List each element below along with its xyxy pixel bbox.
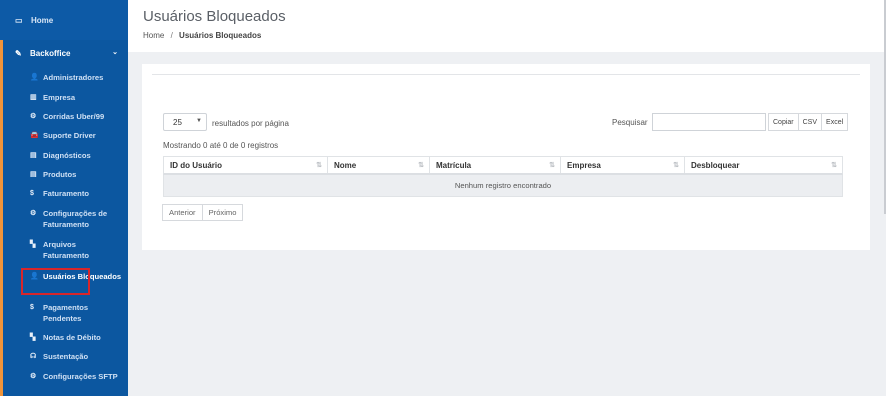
active-item-highlight [21,268,90,295]
column-header-empresa[interactable]: Empresa ⇅ [560,157,684,173]
column-header-desbloquear[interactable]: Desbloquear ⇅ [684,157,842,173]
laptop-icon: ▭ [15,15,23,25]
csv-button[interactable]: CSV [797,113,823,131]
sidebar-item[interactable]: ⚙ Configurações de Faturamento [30,208,122,230]
sidebar-item[interactable]: ▤ Diagnósticos [30,150,122,161]
column-header-id[interactable]: ID do Usuário ⇅ [164,157,327,173]
car-icon: 🚘 [30,132,39,139]
sidebar-item[interactable]: $ Pagamentos Pendentes [30,302,122,324]
sidebar-item[interactable]: $ Faturamento [30,188,122,199]
content-card: 25 ▼ resultados por página Pesquisar Cop… [142,64,870,250]
sidebar-item-backoffice[interactable]: ✎ Backoffice ⌄ [3,40,128,66]
chevron-down-icon: ⌄ [112,49,118,56]
divider [152,74,860,75]
breadcrumb-current: Usuários Bloqueados [179,31,262,40]
sidebar-item-label: Home [31,15,54,25]
sidebar-item[interactable]: 👤 Administradores [30,72,122,83]
building-icon: ▥ [30,94,37,101]
sort-icon: ⇅ [549,162,555,169]
sort-icon: ⇅ [418,162,424,169]
search-label: Pesquisar [612,118,648,127]
dollar-icon: $ [30,190,34,197]
sidebar-item-label: Backoffice [30,48,71,58]
sidebar-item-label: Empresa [43,93,76,102]
cogs-icon: ⚙ [30,113,37,120]
sort-icon: ⇅ [673,162,679,169]
sort-icon: ⇅ [316,162,322,169]
table-header: ID do Usuário ⇅ Nome ⇅ Matrícula ⇅ Empre… [163,156,843,175]
sidebar-item-label: Notas de Débito [43,333,101,342]
column-label: Desbloquear [691,160,740,170]
excel-button[interactable]: Excel [821,113,849,131]
sidebar-item-label: Sustentação [43,352,89,361]
user-icon: 👤 [30,74,39,81]
previous-page-button[interactable]: Anterior [162,204,203,221]
headset-icon: ☊ [30,353,37,360]
sort-icon: ⇅ [831,162,837,169]
empty-table-row: Nenhum registro encontrado [163,175,843,197]
sidebar-item-label: Configurações de Faturamento [43,209,108,229]
sidebar-item-label: Diagnósticos [43,151,91,160]
sidebar-item[interactable]: ☊ Sustentação [30,351,122,362]
cogs-icon: ⚙ [30,210,37,217]
export-buttons: Copiar CSV Excel [768,113,849,131]
page-length-label: resultados por página [212,119,289,128]
sidebar-item-label: Pagamentos Pendentes [43,303,89,323]
column-header-matricula[interactable]: Matrícula ⇅ [429,157,560,173]
copy-button[interactable]: Copiar [768,113,799,131]
sidebar-item[interactable]: ⚙ Corridas Uber/99 [30,111,122,122]
page-title: Usuários Bloqueados [143,8,286,25]
page-header: Usuários Bloqueados Home / Usuários Bloq… [128,0,886,52]
files-icon: ▚ [30,241,36,248]
sidebar-item-home[interactable]: ▭ Home [0,0,128,40]
sidebar-item[interactable]: ⚙ Configurações SFTP [30,371,122,382]
box-icon: ▤ [30,171,37,178]
column-header-nome[interactable]: Nome ⇅ [327,157,429,173]
sidebar-item[interactable]: ▚ Notas de Débito [30,332,122,343]
column-label: Matrícula [436,160,472,170]
column-label: ID do Usuário [170,160,223,170]
files-icon: ▚ [30,334,36,341]
chevron-down-icon: ▼ [196,118,202,124]
sidebar-item[interactable]: ▥ Empresa [30,92,122,103]
sidebar-item-label: Suporte Driver [43,131,96,140]
document-icon: ▤ [30,152,37,159]
sidebar: ▭ Home ✎ Backoffice ⌄ 👤 Administradores ▥ E… [0,0,128,396]
page-length-select[interactable]: 25 ▼ [163,113,207,131]
blocked-users-table: ID do Usuário ⇅ Nome ⇅ Matrícula ⇅ Empre… [163,156,843,197]
edit-icon: ✎ [15,48,22,58]
sidebar-item[interactable]: ▤ Produtos [30,169,122,180]
sidebar-item-label: Corridas Uber/99 [43,112,105,121]
sidebar-item-label: Faturamento [43,189,89,198]
next-page-button[interactable]: Próximo [201,204,244,221]
breadcrumb: Home / Usuários Bloqueados [143,31,261,40]
sidebar-item-label: Produtos [43,170,77,179]
sidebar-item-label: Arquivos Faturamento [43,240,89,260]
sidebar-item-label: Administradores [43,73,104,82]
table-info: Mostrando 0 até 0 de 0 registros [163,141,279,150]
sidebar-item[interactable]: ▚ Arquivos Faturamento [30,239,122,261]
sidebar-item[interactable]: 🚘 Suporte Driver [30,130,122,141]
cogs-icon: ⚙ [30,373,37,380]
search-input[interactable] [652,113,766,131]
pagination: Anterior Próximo [162,204,244,221]
sidebar-item-label: Configurações SFTP [43,372,118,381]
breadcrumb-separator: / [170,31,173,40]
breadcrumb-home[interactable]: Home [143,31,164,40]
dollar-icon: $ [30,304,34,311]
column-label: Empresa [567,160,601,170]
page-length-value: 25 [173,117,182,127]
column-label: Nome [334,160,357,170]
